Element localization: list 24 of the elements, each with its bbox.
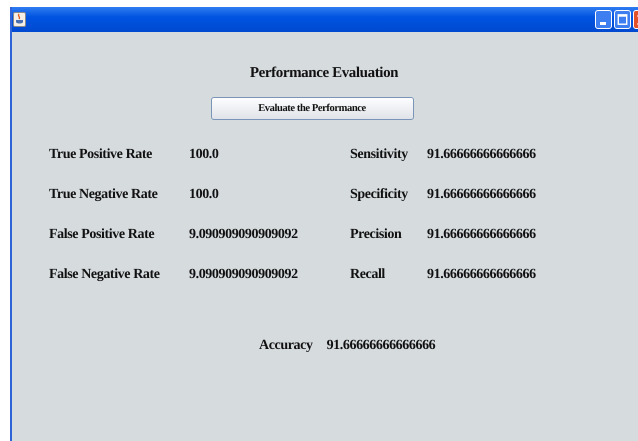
minimize-icon	[600, 22, 606, 25]
accuracy-value: 91.66666666666666	[326, 338, 436, 354]
metric-value: 9.090909090909092	[189, 226, 299, 244]
metric-label: False Negative Rate	[49, 266, 161, 284]
evaluate-button[interactable]: Evaluate the Performance	[210, 97, 414, 120]
metric-value: 91.66666666666666	[427, 186, 537, 204]
metric-value: 100.0	[189, 146, 220, 164]
metric-value: 91.66666666666666	[427, 226, 537, 244]
cup-icon	[13, 12, 26, 27]
maximize-button[interactable]	[614, 10, 631, 29]
heading: Performance Evaluation	[248, 65, 400, 82]
metric-label: False Positive Rate	[49, 226, 156, 244]
metric-label: Specificity	[350, 186, 410, 204]
metric-label: True Positive Rate	[49, 146, 153, 164]
metric-value: 9.090909090909092	[189, 266, 299, 284]
metric-label: Recall	[350, 266, 386, 284]
metric-label: Sensitivity	[350, 146, 410, 164]
metric-value: 91.66666666666666	[427, 146, 537, 164]
metric-label: True Negative Rate	[49, 186, 158, 204]
metric-value: 91.66666666666666	[427, 266, 537, 284]
accuracy-label: Accuracy	[259, 338, 313, 354]
metric-value: 100.0	[189, 186, 220, 204]
minimize-button[interactable]	[595, 10, 612, 29]
metric-label: Precision	[350, 226, 403, 244]
